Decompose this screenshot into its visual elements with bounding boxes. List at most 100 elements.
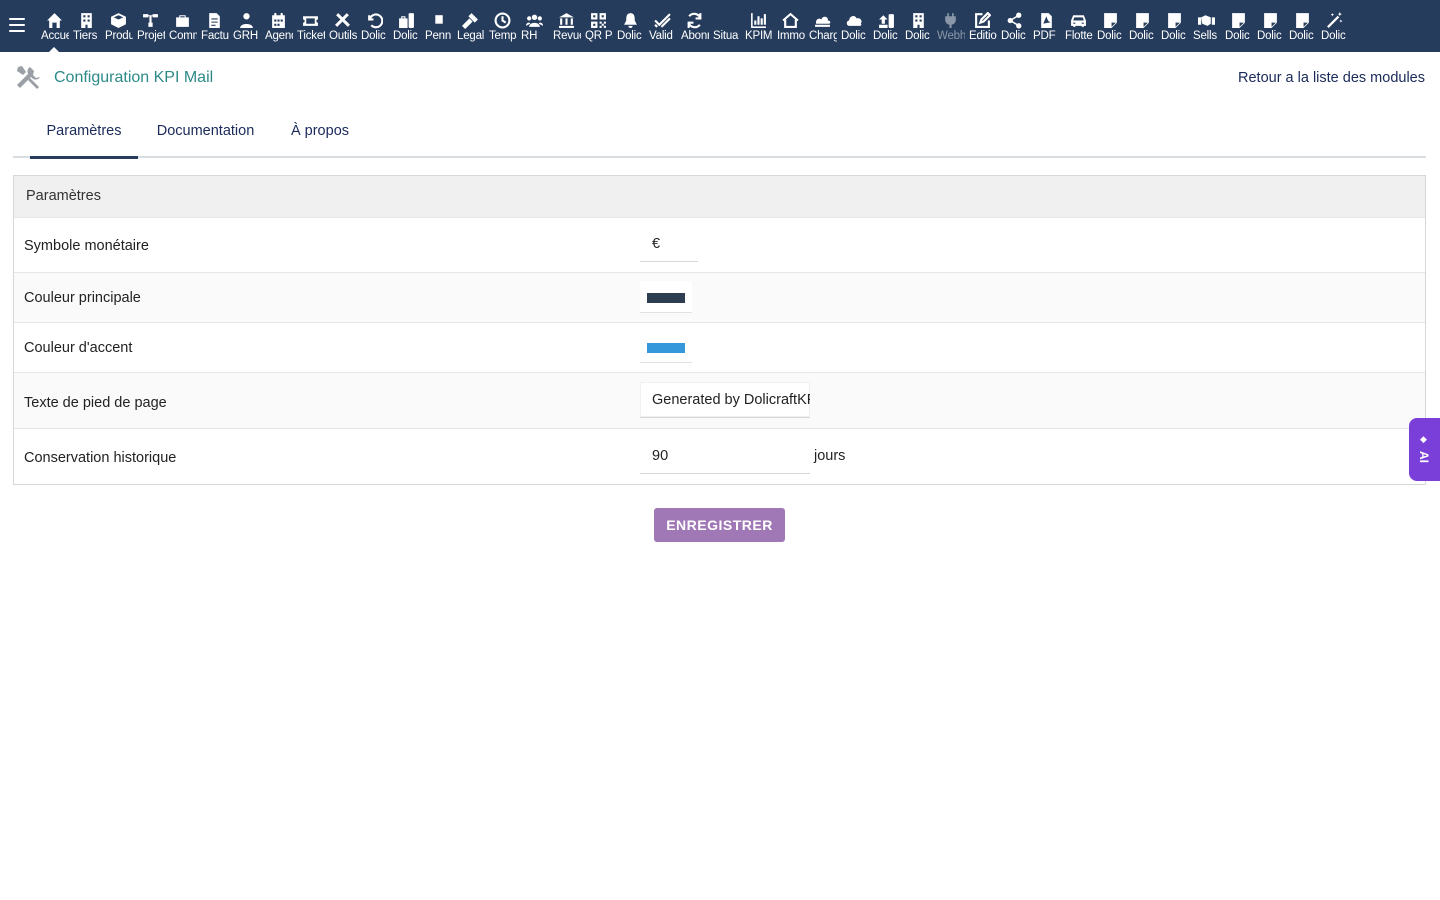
top-menu-item-label: Commerce [169, 30, 197, 42]
top-menu-item[interactable]: Dolic [1254, 0, 1286, 52]
edit-icon [973, 11, 991, 29]
tab-parametres[interactable]: Paramètres [30, 104, 138, 159]
primary-color-label: Couleur principale [24, 290, 141, 306]
retention-unit-label: jours [814, 448, 846, 464]
top-menu-item[interactable]: Edition [966, 0, 998, 52]
top-menu-item[interactable]: Facturation [198, 0, 230, 52]
top-menu-item[interactable]: Dolic [390, 0, 422, 52]
row-currency-symbol: Symbole monétaire [14, 217, 1425, 272]
top-menu-item[interactable]: Penn [422, 0, 454, 52]
hamburger-menu-icon[interactable] [9, 18, 25, 32]
tools-icon [333, 11, 351, 29]
bell-icon [621, 11, 639, 29]
tab-documentation[interactable]: Documentation [153, 104, 258, 158]
top-menu-item-label: RH [521, 30, 538, 42]
top-menu-item-label: Legal [457, 30, 485, 42]
accent-color-swatch [647, 343, 685, 353]
row-primary-color: Couleur principale [14, 272, 1425, 322]
top-menu-item-label: Abonnements [681, 30, 709, 42]
top-menu-item-label: Edition [969, 30, 997, 42]
top-menu-item[interactable]: GRH [230, 0, 262, 52]
footer-text-label: Texte de pied de page [24, 395, 167, 411]
upload-icon [877, 11, 895, 29]
top-menu-item[interactable]: Webhook [934, 0, 966, 52]
share-icon [1005, 11, 1023, 29]
top-menu-item[interactable]: Abonnements [678, 0, 710, 52]
page-title: Configuration KPI Mail [54, 69, 214, 86]
house-icon [781, 11, 799, 29]
top-menu-item[interactable]: Dolic [1318, 0, 1350, 52]
sitemap-icon [141, 11, 159, 29]
top-menu-item[interactable]: Dolic [614, 0, 646, 52]
top-menu-item-label: KPIM [745, 30, 773, 42]
top-menu-item[interactable]: Dolic [1126, 0, 1158, 52]
top-menu-item[interactable]: Dolic [998, 0, 1030, 52]
bar-chart-icon [749, 11, 767, 29]
refresh-icon [685, 11, 703, 29]
row-accent-color: Couleur d'accent [14, 322, 1425, 372]
top-menu-item[interactable]: Flotte [1062, 0, 1094, 52]
top-menu-item[interactable]: Tickets [294, 0, 326, 52]
top-menu-item[interactable]: PDF [1030, 0, 1062, 52]
top-menu-item[interactable]: Dolic [902, 0, 934, 52]
top-menu-item[interactable]: KPIM [742, 0, 774, 52]
top-menu-item[interactable]: QR Pay [582, 0, 614, 52]
top-menu-item[interactable]: Agenda [262, 0, 294, 52]
top-menu-item[interactable]: Immo [774, 0, 806, 52]
history-retention-input[interactable] [640, 438, 810, 474]
briefcase-icon [173, 11, 191, 29]
primary-color-swatch [647, 293, 685, 303]
row-history-retention: Conservation historique jours [14, 428, 1425, 484]
cloud-stack-icon [813, 11, 831, 29]
top-menu-item[interactable]: RH [518, 0, 550, 52]
note-icon [1133, 11, 1151, 29]
top-menu-item-label: QR Pay [585, 30, 613, 42]
top-menu-item-label: Tickets [297, 30, 325, 42]
sparkle-icon: ◆ [1420, 434, 1427, 444]
clock-icon [493, 11, 511, 29]
ai-assistant-tab[interactable]: ◆ AI [1409, 418, 1440, 481]
top-menu-item[interactable]: Situa [710, 0, 742, 52]
top-menu-item-label: Dolic [617, 30, 642, 42]
top-menu-item[interactable]: Sells [1190, 0, 1222, 52]
top-menu-item-label: PDF [1033, 30, 1056, 42]
top-menu-item[interactable]: Dolic [1158, 0, 1190, 52]
top-menu-item[interactable]: Dolic [358, 0, 390, 52]
top-menu-item[interactable]: Dolic [1222, 0, 1254, 52]
top-menu-item[interactable]: Accueil [38, 0, 70, 52]
top-menu-item[interactable]: Tiers [70, 0, 102, 52]
top-menu-item[interactable]: Dolic [1094, 0, 1126, 52]
top-menu-item[interactable]: Projets [134, 0, 166, 52]
back-to-modules-link[interactable]: Retour a la liste des modules [1238, 70, 1425, 86]
currency-symbol-label: Symbole monétaire [24, 238, 149, 254]
footer-text-input[interactable] [640, 382, 810, 418]
save-button[interactable]: ENREGISTRER [654, 508, 785, 542]
accent-color-picker[interactable] [640, 331, 692, 363]
top-menu-item[interactable]: Outils [326, 0, 358, 52]
top-menu-item[interactable]: Temps [486, 0, 518, 52]
top-menu-item[interactable]: Revue [550, 0, 582, 52]
top-menu-item[interactable]: Charges [806, 0, 838, 52]
top-menu-item[interactable]: Commerce [166, 0, 198, 52]
top-menu-item[interactable]: Produits [102, 0, 134, 52]
check-double-icon [653, 11, 671, 29]
top-menu-item[interactable]: Dolic [1286, 0, 1318, 52]
top-menu-item[interactable]: Valid [646, 0, 678, 52]
accent-color-label: Couleur d'accent [24, 340, 133, 356]
page-header: Configuration KPI Mail Retour a la liste… [0, 52, 1440, 102]
top-menu-item-label: Produits [105, 30, 133, 42]
top-menu-item[interactable]: Dolic [870, 0, 902, 52]
blank-icon [717, 11, 735, 29]
tab-a-propos[interactable]: À propos [287, 104, 353, 158]
top-menu-item-label: Penn [425, 30, 452, 42]
top-menu-item-label: Dolic [1289, 30, 1314, 42]
tools-icon [13, 63, 41, 91]
top-menu-item-label: Dolic [1225, 30, 1250, 42]
top-menu-item[interactable]: Dolic [838, 0, 870, 52]
top-menu-item-label: Outils [329, 30, 357, 42]
currency-symbol-input[interactable] [640, 226, 698, 262]
file-icon [429, 11, 447, 29]
top-menu-item[interactable]: Legal [454, 0, 486, 52]
qrcode-icon [589, 11, 607, 29]
primary-color-picker[interactable] [640, 281, 692, 313]
